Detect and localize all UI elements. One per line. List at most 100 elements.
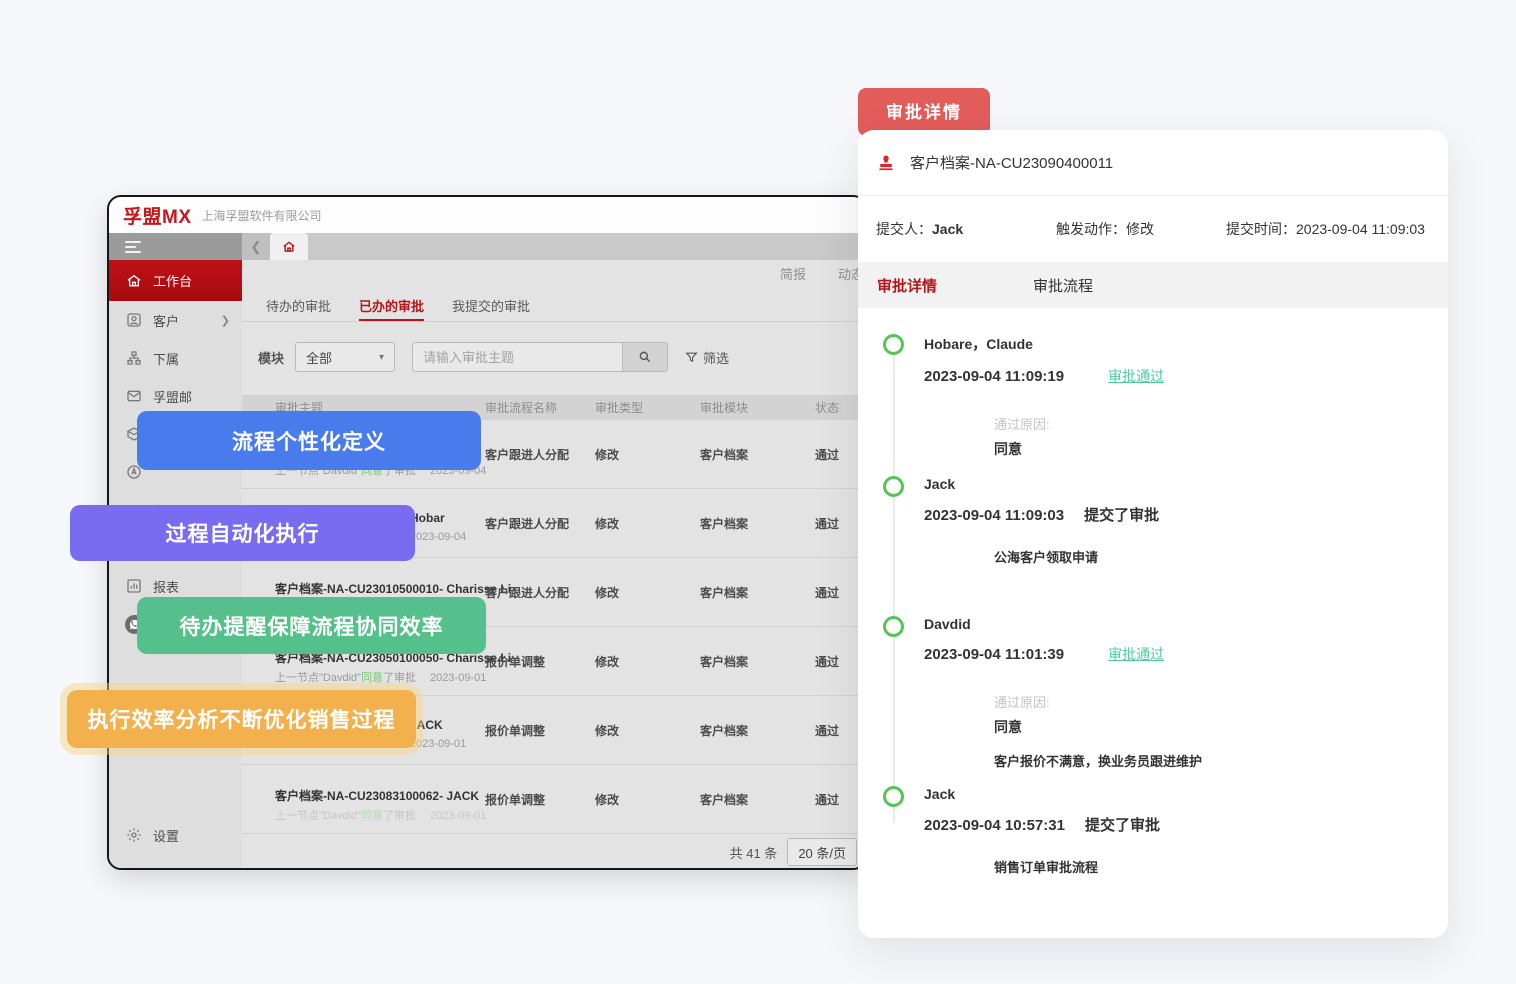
page-size-select[interactable]: 20 条/页 — [787, 838, 857, 866]
tab-todo-approvals[interactable]: 待办的审批 — [266, 288, 331, 321]
module-label: 模块 — [258, 348, 284, 367]
app-logo: 孚盟MX — [123, 202, 192, 229]
search-input[interactable] — [412, 342, 622, 372]
org-icon — [125, 350, 142, 367]
callout-process-automation: 过程自动化执行 — [70, 505, 415, 561]
row-type: 修改 — [595, 446, 700, 463]
approval-detail-panel: 客户档案-NA-CU23090400011 提交人：Jack 触发动作：修改 提… — [858, 130, 1448, 938]
top-strip: ❮ — [109, 233, 865, 260]
sidebar-item-workbench[interactable]: 工作台 — [109, 260, 242, 301]
approver-name: Jack — [924, 786, 1448, 802]
mail-icon — [125, 388, 142, 405]
approver-name: Jack — [924, 476, 1448, 492]
stamp-icon — [876, 153, 896, 173]
callout-efficiency-analysis: 执行效率分析不断优化销售过程 — [67, 690, 416, 748]
timeline-dot-icon — [883, 786, 904, 807]
approver-name: Hobare，Claude — [924, 334, 1448, 354]
page: 孚盟MX 上海孚盟软件有限公司 ❮ 工作台 — [0, 0, 1516, 984]
submit-time-field: 提交时间：2023-09-04 11:09:03 — [1226, 219, 1425, 239]
quicklink-briefing[interactable]: 简报 — [780, 264, 806, 283]
home-icon — [125, 272, 142, 289]
approval-passed-link[interactable]: 审批通过 — [1108, 366, 1164, 386]
approval-time: 2023-09-04 11:01:39 — [924, 646, 1064, 663]
home-tab[interactable] — [270, 233, 308, 260]
submitted-label: 提交了审批 — [1085, 814, 1160, 835]
row-title: 客户档案-NA-CU23083100062- JACK — [275, 787, 485, 804]
sidebar-collapse-area — [109, 233, 242, 260]
reason-label: 通过原因: — [994, 414, 1448, 433]
timeline-dot-icon — [883, 476, 904, 497]
row-subtitle: 上一节点"Davdid"同意了审批2023-09-01 — [275, 807, 486, 823]
collapse-menu-icon[interactable] — [125, 241, 141, 253]
sidebar-item-settings[interactable]: 设置 — [109, 816, 242, 854]
row-flow: 报价单调整 — [485, 653, 595, 670]
approval-tabs: 待办的审批 已办的审批 我提交的审批 — [242, 288, 865, 322]
panel-meta-row: 提交人：Jack 触发动作：修改 提交时间：2023-09-04 11:09:0… — [858, 196, 1448, 262]
sidebar-item-mail[interactable]: 孚盟邮 — [109, 377, 242, 415]
panel-tab-flow[interactable]: 审批流程 — [1033, 275, 1093, 296]
module-select-value: 全部 — [306, 348, 332, 367]
reason-value: 同意 — [994, 717, 1448, 737]
approval-doc-title: 客户档案-NA-CU23090400011 — [910, 152, 1113, 173]
timeline-item: Hobare，Claude 2023-09-04 11:09:19 审批通过 通… — [858, 334, 1448, 459]
row-type: 修改 — [595, 584, 700, 601]
row-flow: 客户跟进人分配 — [485, 515, 595, 532]
search-button[interactable] — [622, 342, 668, 372]
row-type: 修改 — [595, 722, 700, 739]
reason-label: 通过原因: — [994, 692, 1448, 711]
gear-icon — [125, 827, 142, 844]
approval-time: 2023-09-04 11:09:19 — [924, 368, 1064, 385]
approval-timeline: Hobare，Claude 2023-09-04 11:09:19 审批通过 通… — [858, 308, 1448, 938]
search-icon — [638, 350, 652, 364]
row-module: 客户档案 — [700, 446, 815, 463]
table-row[interactable]: 客户档案-NA-CU23083100062- JACK 上一节点"Davdid"… — [242, 765, 865, 834]
row-flow: 报价单调整 — [485, 791, 595, 808]
filter-label: 筛选 — [703, 348, 729, 367]
reason-value: 同意 — [994, 439, 1448, 459]
trigger-action-field: 触发动作：修改 — [1056, 219, 1226, 239]
home-icon — [282, 240, 296, 254]
approval-time: 2023-09-04 10:57:31 — [924, 817, 1065, 834]
tab-strip: ❮ — [242, 233, 865, 260]
sidebar-item-label: 工作台 — [153, 271, 192, 290]
sidebar-item-label: 报表 — [153, 577, 179, 596]
row-type: 修改 — [595, 515, 700, 532]
approval-passed-link[interactable]: 审批通过 — [1108, 644, 1164, 664]
timeline-item: Davdid 2023-09-04 11:01:39 审批通过 通过原因: 同意… — [858, 616, 1448, 770]
timeline-dot-icon — [883, 616, 904, 637]
filter-button[interactable]: 筛选 — [685, 348, 729, 367]
callout-todo-reminder: 待办提醒保障流程协同效率 — [137, 597, 486, 654]
approval-detail-tag: 审批详情 — [858, 88, 990, 136]
filter-bar: 模块 全部 ▾ 筛选 — [242, 340, 865, 374]
col-type: 审批类型 — [595, 399, 700, 416]
tab-my-approvals[interactable]: 我提交的审批 — [452, 288, 530, 321]
funnel-icon — [685, 351, 698, 364]
company-name: 上海孚盟软件有限公司 — [202, 207, 322, 224]
col-module: 审批模块 — [700, 399, 815, 416]
main-content: 简报 动态 待办的审批 已办的审批 我提交的审批 模块 全部 ▾ — [242, 260, 865, 868]
user-icon — [125, 312, 142, 329]
total-count: 共 41 条 — [730, 843, 778, 862]
table-footer: 共 41 条 20 条/页 — [730, 838, 857, 866]
row-type: 修改 — [595, 653, 700, 670]
chevron-right-icon: ❯ — [221, 314, 230, 327]
row-flow: 报价单调整 — [485, 722, 595, 739]
row-module: 客户档案 — [700, 791, 815, 808]
tab-done-approvals[interactable]: 已办的审批 — [359, 288, 424, 321]
sidebar-item-subordinate[interactable]: 下属 — [109, 339, 242, 377]
row-title: 客户档案-NA-CU23010500010- Charisse Li — [275, 580, 485, 597]
panel-tab-detail[interactable]: 审批详情 — [877, 275, 937, 296]
sidebar-item-customer[interactable]: 客户 ❯ — [109, 301, 242, 339]
col-flow: 审批流程名称 — [485, 399, 595, 416]
back-chevron-icon[interactable]: ❮ — [242, 233, 270, 260]
submitter-field: 提交人：Jack — [876, 219, 1056, 239]
submitted-label: 提交了审批 — [1084, 504, 1159, 525]
window-header: 孚盟MX 上海孚盟软件有限公司 — [109, 197, 865, 233]
module-select[interactable]: 全部 ▾ — [295, 342, 395, 372]
timeline-note: 客户报价不满意，换业务员跟进维护 — [994, 751, 1448, 770]
sidebar-item-label: 孚盟邮 — [153, 387, 192, 406]
row-flow: 客户跟进人分配 — [485, 446, 595, 463]
bar-chart-icon — [125, 578, 142, 595]
timeline-dot-icon — [883, 334, 904, 355]
row-module: 客户档案 — [700, 722, 815, 739]
